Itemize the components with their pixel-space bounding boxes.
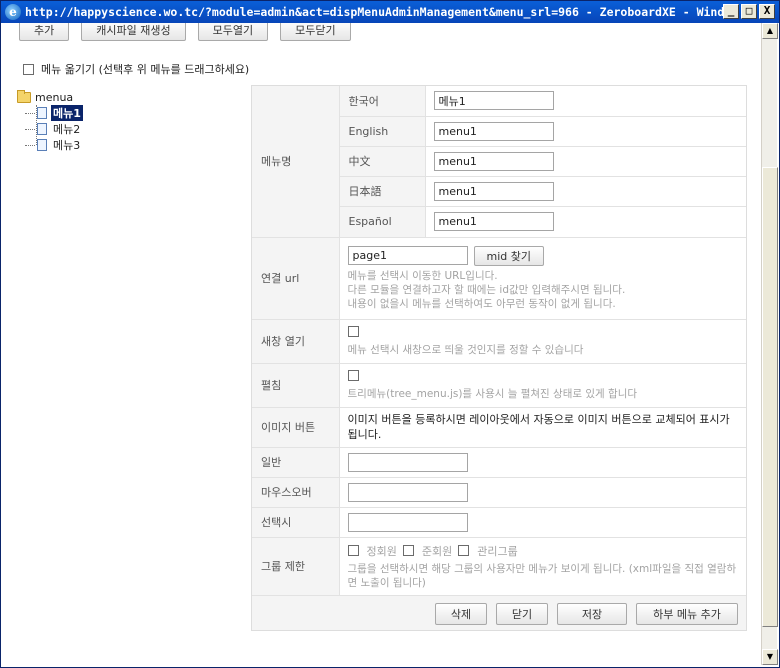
mid-find-button[interactable]: mid 찾기 (473, 245, 544, 266)
expand-all-button[interactable]: 모두열기 (197, 23, 269, 41)
expand-description: 트리메뉴(tree_menu.js)를 사용시 늘 펼쳐진 상태로 있게 합니다 (347, 387, 638, 400)
group-checkbox-associate[interactable] (402, 545, 414, 556)
regen-cache-button[interactable]: 캐시파일 재생성 (81, 23, 186, 41)
tree-branch (25, 112, 35, 114)
mouseover-label: 마우스오버 (252, 477, 340, 508)
group-checkbox-regular[interactable] (347, 545, 359, 556)
new-window-description: 메뉴 선택시 새창으로 띄울 것인지를 정할 수 있습니다 (347, 343, 584, 356)
lang-label-zh: 中文 (339, 146, 426, 177)
menu-edit-form: 메뉴명 한국어 English 中文 日本語 Español (252, 86, 746, 630)
tree-item-label: 메뉴1 (51, 105, 83, 121)
tree-branch (25, 128, 35, 130)
image-button-cell: 이미지 버튼을 등록하시면 레이아웃에서 자동으로 이미지 버튼으로 교체되어 … (339, 407, 746, 448)
collapse-all-button[interactable]: 모두닫기 (280, 23, 351, 41)
ie-window: e http://happyscience.wo.tc/?module=admi… (0, 0, 780, 668)
group-options: 정회원 준회원 관리그룹 (347, 543, 739, 559)
delete-button[interactable]: 삭제 (435, 602, 487, 625)
tree-root[interactable]: menua (17, 89, 83, 105)
normal-image-input[interactable] (347, 452, 468, 472)
internet-explorer-icon: e (5, 4, 21, 20)
window-controls: _ □ X (723, 4, 775, 19)
scroll-up-icon[interactable]: ▲ (762, 23, 778, 39)
menu-name-ko-input[interactable] (433, 91, 554, 111)
move-menu-label: 메뉴 옮기기 (선택후 위 메뉴를 드래그하세요) (41, 63, 250, 76)
url-description: 메뉴를 선택시 이동한 URL입니다. 다른 모듈을 연결하고자 할 때에는 i… (348, 269, 739, 311)
tree-branch (25, 144, 35, 146)
scroll-down-icon[interactable]: ▼ (762, 649, 778, 665)
selected-label: 선택시 (252, 507, 340, 538)
minimize-button[interactable]: _ (723, 4, 739, 19)
scroll-thumb[interactable] (762, 167, 778, 627)
move-menu-checkbox[interactable] (23, 63, 34, 75)
group-limit-description: 그룹을 선택하시면 해당 그룹의 사용자만 메뉴가 보이게 됩니다. (xml파… (347, 562, 737, 589)
menu-tree: menua 메뉴1 메뉴2 메뉴3 (17, 89, 83, 153)
mouseover-image-input[interactable] (347, 482, 468, 502)
group-limit-label: 그룹 제한 (252, 537, 340, 596)
menu-name-zh-input[interactable] (433, 151, 554, 171)
new-window-cell: 메뉴 선택시 새창으로 띄울 것인지를 정할 수 있습니다 (339, 319, 746, 364)
image-button-description: 이미지 버튼을 등록하시면 레이아웃에서 자동으로 이미지 버튼으로 교체되어 … (347, 413, 730, 441)
tree-item-menu3[interactable]: 메뉴3 (25, 137, 83, 153)
url-input[interactable] (347, 246, 468, 265)
close-form-button[interactable]: 닫기 (496, 602, 548, 625)
tree-item-label: 메뉴2 (53, 123, 81, 136)
menu-name-ja-input[interactable] (433, 181, 554, 201)
url-cell: mid 찾기 메뉴를 선택시 이동한 URL입니다. 다른 모듈을 연결하고자 … (339, 237, 746, 320)
menu-edit-panel: 메뉴명 한국어 English 中文 日本語 Español (251, 85, 747, 631)
tree-item-menu2[interactable]: 메뉴2 (25, 121, 83, 137)
group-label-regular: 정회원 (366, 544, 397, 558)
save-button[interactable]: 저장 (557, 602, 627, 625)
add-button[interactable]: 추가 (19, 23, 70, 41)
form-actions: 삭제 닫기 저장 하부 메뉴 추가 (253, 597, 745, 629)
vertical-scrollbar[interactable]: ▲ ▼ (761, 23, 778, 665)
close-button[interactable]: X (759, 4, 775, 19)
url-desc-line: 다른 모듈을 연결하고자 할 때에는 id값만 입력해주시면 됩니다. (347, 283, 626, 296)
lang-label-es: Español (339, 206, 426, 238)
new-window-label: 새창 열기 (252, 319, 340, 364)
group-label-associate: 준회원 (421, 544, 453, 558)
document-icon (37, 123, 47, 135)
normal-label: 일반 (252, 447, 340, 478)
lang-label-en: English (339, 116, 426, 147)
url-desc-line: 메뉴를 선택시 이동한 URL입니다. (347, 269, 498, 282)
tree-root-label: menua (35, 90, 74, 104)
image-button-label: 이미지 버튼 (252, 407, 340, 448)
folder-icon (17, 89, 31, 103)
selected-image-input[interactable] (347, 512, 468, 532)
new-window-checkbox[interactable] (347, 325, 359, 337)
url-label: 연결 url (252, 237, 340, 320)
tree-item-menu1[interactable]: 메뉴1 (25, 105, 83, 121)
add-submenu-button[interactable]: 하부 메뉴 추가 (636, 602, 738, 625)
maximize-button[interactable]: □ (741, 4, 757, 19)
menu-name-label: 메뉴명 (252, 86, 340, 238)
url-desc-line: 내용이 없을시 메뉴를 선택하여도 아무런 동작이 없게 됩니다. (347, 297, 616, 310)
group-limit-cell: 정회원 준회원 관리그룹 그룹을 선택하시면 해당 그룹의 사용자만 메뉴가 보… (339, 537, 746, 596)
menu-toolbar: 추가 캐시파일 재생성 모두열기 모두닫기 (19, 23, 351, 41)
group-checkbox-admin[interactable] (458, 545, 470, 556)
tree-item-label: 메뉴3 (53, 139, 81, 152)
expand-label: 펼침 (252, 363, 340, 408)
tree-line (36, 105, 37, 145)
document-icon (37, 139, 47, 151)
group-label-admin: 관리그룹 (477, 544, 518, 558)
page-content: 추가 캐시파일 재생성 모두열기 모두닫기 메뉴 옮기기 (선택후 위 메뉴를 … (5, 23, 761, 665)
title-bar: e http://happyscience.wo.tc/?module=admi… (1, 1, 779, 23)
expand-checkbox[interactable] (347, 369, 359, 381)
expand-cell: 트리메뉴(tree_menu.js)를 사용시 늘 펼쳐진 상태로 있게 합니다 (339, 363, 746, 408)
lang-label-ja: 日本語 (339, 176, 426, 207)
lang-label-ko: 한국어 (339, 86, 426, 117)
move-menu-row: 메뉴 옮기기 (선택후 위 메뉴를 드래그하세요) (23, 61, 249, 77)
menu-name-en-input[interactable] (433, 121, 554, 141)
document-icon (37, 107, 47, 119)
window-title: http://happyscience.wo.tc/?module=admin&… (25, 5, 737, 19)
menu-name-es-input[interactable] (433, 212, 554, 231)
